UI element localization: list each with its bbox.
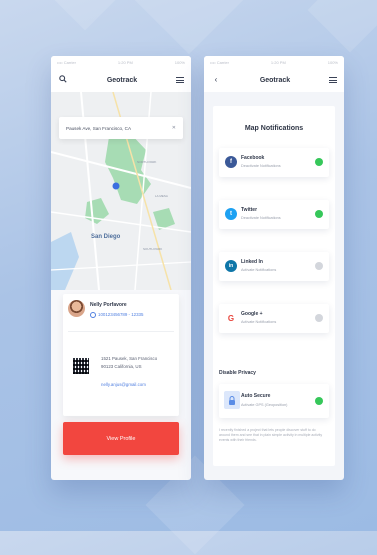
- notifications-screen: •••• Carrier 1:20 PM 100% ‹ Geotrack Map…: [204, 56, 344, 480]
- address-value: Pausek Ave, San Francisco, CA: [66, 125, 132, 131]
- menu-icon[interactable]: [328, 77, 337, 83]
- user-address-line-1: 1521 Pausek, San Francisco: [101, 356, 158, 361]
- battery-label: 100%: [174, 59, 185, 65]
- linkedin-icon: in: [225, 260, 237, 272]
- notification-item-facebook[interactable]: f Facebook Deactivate Notifications: [219, 148, 329, 177]
- close-icon[interactable]: ✕: [172, 125, 176, 131]
- notification-item-google[interactable]: G Google + Activate Notifications: [219, 304, 329, 333]
- notification-subtitle: Activate Notifications: [241, 268, 277, 272]
- map-area-label: LA MESA: [155, 194, 168, 198]
- divider: [68, 331, 174, 332]
- google-icon: G: [225, 312, 237, 324]
- panel-title: Map Notifications: [244, 125, 304, 132]
- map-area-label: NORTH PARK: [137, 160, 157, 164]
- toggle-google[interactable]: [315, 314, 323, 322]
- map-screen: •••• Carrier 1:20 PM 100% Geotrack San D…: [51, 56, 191, 480]
- menu-icon[interactable]: [175, 77, 184, 83]
- back-chevron-icon[interactable]: ‹: [211, 76, 221, 84]
- notification-name: Google +: [241, 311, 263, 317]
- privacy-item-name: Auto Secure: [241, 393, 271, 399]
- user-name: Nelly Porfavore: [90, 302, 127, 308]
- qr-code: [73, 358, 89, 374]
- toggle-auto-secure[interactable]: [315, 397, 323, 405]
- status-bar: •••• Carrier 1:20 PM 100%: [51, 56, 191, 68]
- toggle-facebook[interactable]: [315, 158, 323, 166]
- map-city-label: San Diego: [91, 234, 121, 240]
- user-id-value: 100123456789 - 12335: [98, 312, 144, 318]
- id-icon: [90, 312, 96, 318]
- view-profile-button[interactable]: View Profile: [63, 422, 179, 455]
- twitter-icon: t: [225, 208, 237, 220]
- background-diamond: [307, 0, 377, 53]
- background-diamond: [49, 0, 121, 31]
- notification-subtitle: Deactivate Notifications: [241, 216, 281, 220]
- header: ‹ Geotrack: [204, 68, 344, 92]
- notification-name: Facebook: [241, 155, 265, 161]
- privacy-item-subtitle: Activate GPS (Geoposition): [241, 403, 288, 407]
- carrier-label: •••• Carrier: [57, 59, 76, 65]
- carrier-label: •••• Carrier: [210, 59, 229, 65]
- notification-item-twitter[interactable]: t Twitter Deactivate Notifications: [219, 200, 329, 229]
- status-time: 1:20 PM: [117, 59, 133, 65]
- privacy-item-auto-secure[interactable]: Auto Secure Activate GPS (Geoposition): [219, 384, 329, 418]
- status-time: 1:20 PM: [270, 59, 286, 65]
- search-icon[interactable]: [58, 75, 68, 85]
- avatar: [68, 300, 85, 317]
- toggle-linkedin[interactable]: [315, 262, 323, 270]
- notification-item-linkedin[interactable]: in Linked In Activate Notifications: [219, 252, 329, 281]
- notification-subtitle: Deactivate Notifications: [241, 164, 281, 168]
- lock-icon: [224, 391, 240, 409]
- notification-name: Twitter: [241, 207, 258, 213]
- privacy-description: I recently finished a project that lets …: [219, 428, 323, 442]
- facebook-icon: f: [225, 156, 237, 168]
- battery-label: 100%: [327, 59, 338, 65]
- map-area-label: SOUTH PARK: [143, 247, 163, 251]
- address-search-bar[interactable]: Pausek Ave, San Francisco, CA ✕: [59, 117, 183, 139]
- notification-name: Linked In: [241, 259, 263, 265]
- header: Geotrack: [51, 68, 191, 92]
- status-bar: •••• Carrier 1:20 PM 100%: [204, 56, 344, 68]
- location-pin-icon: [112, 182, 120, 190]
- user-email-link[interactable]: nelly.anjus@gmail.com: [101, 382, 146, 387]
- app-title: Geotrack: [259, 76, 291, 84]
- user-id: 100123456789 - 12335: [90, 312, 143, 318]
- toggle-twitter[interactable]: [315, 210, 323, 218]
- user-card: Nelly Porfavore 100123456789 - 12335 152…: [63, 294, 179, 416]
- notifications-panel: Map Notifications f Facebook Deactivate …: [213, 106, 335, 466]
- user-address-line-2: 90123 California, US: [101, 364, 142, 369]
- app-title: Geotrack: [106, 76, 138, 84]
- background-diamond: [133, 0, 245, 55]
- notification-subtitle: Activate Notifications: [241, 320, 277, 324]
- section-label: Disable Privacy: [219, 370, 256, 376]
